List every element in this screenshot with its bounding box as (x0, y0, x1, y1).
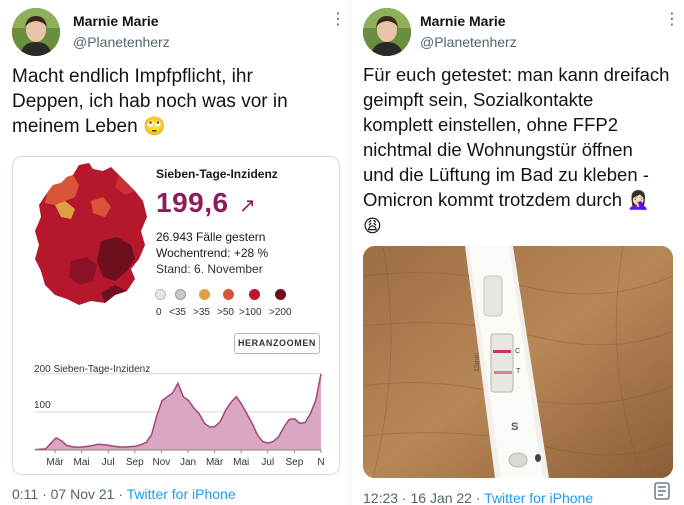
weekly-trend: Wochentrend: +28 % (156, 246, 269, 260)
weary-face-emoji-icon: 😩 (363, 216, 382, 236)
legend-label: >100 (239, 307, 262, 318)
avatar[interactable] (363, 8, 411, 56)
legend-label: <35 (169, 307, 186, 318)
as-of-date: Stand: 6. November (156, 262, 263, 276)
incidence-chart: Mär Mai Jul Sep Nov Jan Mär Mai Jul Sep N 200 Sieb… (13, 362, 339, 474)
source-link[interactable]: Twitter for iPhone (127, 486, 236, 502)
map-legend: 0 <35 >35 >50 >100 >200 (151, 289, 331, 319)
trend-up-arrow-icon: ↗ (239, 195, 256, 217)
author-name[interactable]: Marnie Marie (73, 13, 159, 29)
zoom-in-button[interactable]: HERANZOOMEN (234, 333, 320, 354)
x-tick-label: Sep (126, 457, 144, 468)
legend-dot (175, 289, 186, 300)
x-tick-label: Jan (180, 457, 196, 468)
timestamp[interactable]: 12:23 · 16 Jan 22 · (363, 490, 481, 505)
test-line-label: T (516, 368, 521, 375)
more-dots-icon[interactable]: ⋮ (330, 12, 346, 28)
legend-dot (155, 289, 166, 300)
germany-map-icon (35, 163, 147, 305)
x-tick-label: Jul (261, 457, 274, 468)
tweet-right[interactable]: Marnie Marie @Planetenherz ⋮ Für euch ge… (351, 0, 684, 505)
x-tick-label: Sep (286, 457, 304, 468)
x-tick-label: Mai (74, 457, 90, 468)
y-tick-label: 100 (34, 400, 51, 411)
x-tick-label: Nov (153, 457, 171, 468)
author-name[interactable]: Marnie Marie (420, 13, 506, 29)
sample-label: S (511, 421, 518, 433)
legend-dot (223, 289, 234, 300)
x-tick-label: Mai (233, 457, 249, 468)
news-article-icon[interactable] (654, 482, 670, 500)
source-link[interactable]: Twitter for iPhone (484, 490, 593, 505)
tweet-text: Für euch getestet: man kann dreifach gei… (363, 62, 683, 239)
facepalm-emoji-icon: 🤦🏻‍♀️ (627, 190, 650, 210)
time-label: 15min (474, 353, 481, 372)
legend-dot (275, 289, 286, 300)
rapid-test-image: C T 15min S (363, 246, 673, 478)
legend-label: >50 (217, 307, 234, 318)
author-handle[interactable]: @Planetenherz (73, 34, 170, 50)
legend-label: >35 (193, 307, 210, 318)
test-photo[interactable]: C T 15min S (363, 246, 673, 478)
tweet-footer: 12:23 · 16 Jan 22 · Twitter for iPhone (363, 490, 593, 505)
x-tick-label: N (317, 457, 324, 468)
tweet-left[interactable]: Marnie Marie @Planetenherz ⋮ Macht endli… (0, 0, 350, 505)
tweet-text: Macht endlich Impfpflicht, ihr Deppen, i… (12, 66, 288, 137)
tweet-footer: 0:11 · 07 Nov 21 · Twitter for iPhone (12, 486, 236, 502)
legend-label: >200 (269, 307, 292, 318)
timestamp[interactable]: 0:11 · 07 Nov 21 · (12, 486, 123, 502)
more-dots-icon[interactable]: ⋮ (664, 12, 680, 28)
incidence-value: 199,6 (156, 187, 229, 218)
y-tick-label: 200 Sieben-Tage-Inzidenz (34, 364, 151, 375)
control-line-label: C (515, 348, 520, 355)
author-handle[interactable]: @Planetenherz (420, 34, 517, 50)
x-tick-label: Mär (206, 457, 224, 468)
incidence-title: Sieben-Tage-Inzidenz (156, 167, 278, 181)
x-tick-label: Jul (102, 457, 115, 468)
eye-roll-emoji-icon: 🙄 (142, 116, 166, 136)
legend-dot (199, 289, 210, 300)
legend-dot (249, 289, 260, 300)
avatar[interactable] (12, 8, 60, 56)
cases-yesterday: 26.943 Fälle gestern (156, 230, 266, 244)
incidence-card[interactable]: Sieben-Tage-Inzidenz 199,6 ↗ 26.943 Fäll… (12, 156, 340, 475)
legend-label: 0 (156, 307, 162, 318)
x-tick-label: Mär (46, 457, 64, 468)
